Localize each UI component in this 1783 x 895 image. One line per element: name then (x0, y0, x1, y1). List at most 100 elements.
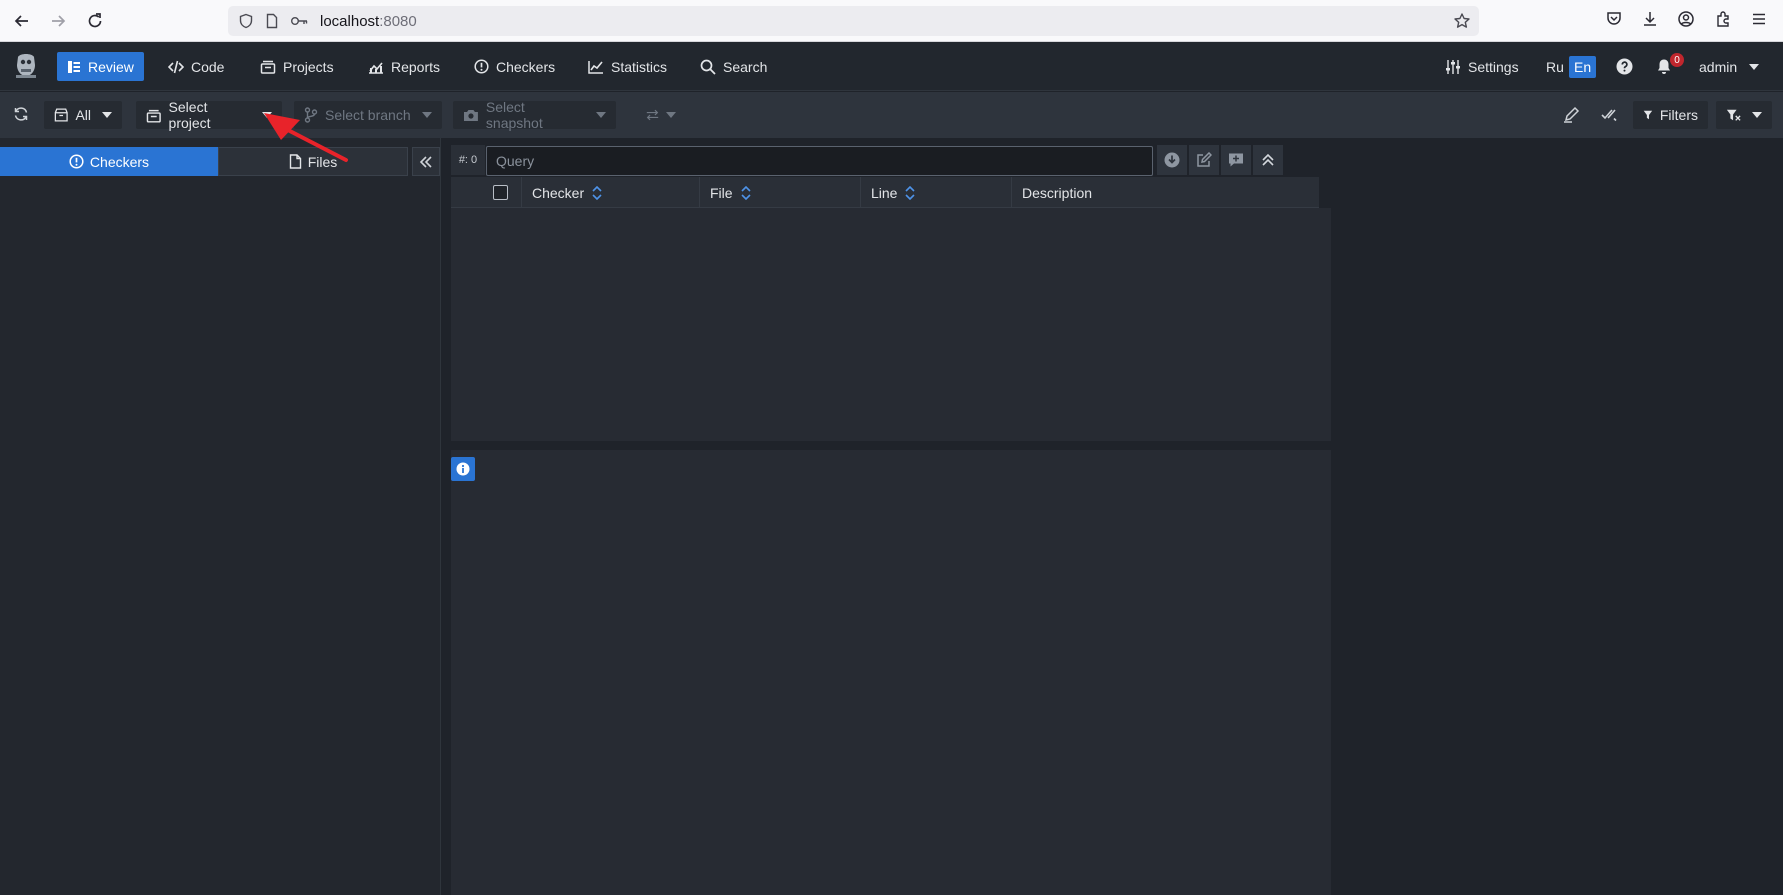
app-navbar: Review Code Projects Reports Checkers St… (0, 42, 1783, 91)
user-menu[interactable]: admin (1689, 52, 1769, 81)
chart-icon (588, 60, 603, 74)
query-comment-button[interactable] (1221, 145, 1251, 175)
box-icon (54, 108, 68, 122)
snapshot-select[interactable]: Select snapshot (453, 99, 616, 131)
nav-reports[interactable]: Reports (358, 52, 450, 81)
column-checker[interactable]: Checker (521, 177, 699, 208)
left-panel: Checkers Files (0, 138, 441, 895)
code-icon (168, 60, 184, 73)
report-detail-panel (451, 450, 1331, 895)
result-count: #: 0 (451, 145, 485, 175)
column-line-label: Line (871, 184, 898, 201)
info-button[interactable] (451, 457, 475, 481)
sliders-icon (1446, 59, 1460, 74)
nav-code[interactable]: Code (158, 52, 234, 81)
app-logo-icon[interactable] (14, 51, 38, 79)
nav-statistics[interactable]: Statistics (578, 52, 677, 81)
settings-label: Settings (1468, 58, 1519, 75)
query-download-button[interactable] (1157, 145, 1187, 175)
chevron-down-icon (596, 112, 606, 118)
projects-icon (260, 60, 276, 74)
scope-select[interactable]: All (44, 101, 122, 129)
nav-search[interactable]: Search (690, 52, 777, 81)
column-file[interactable]: File (699, 177, 860, 208)
browser-toolbar: localhost:8080 (0, 0, 1783, 42)
exclamation-circle-icon (69, 154, 84, 169)
url-text: localhost:8080 (320, 13, 417, 30)
double-check-icon[interactable] (1600, 106, 1618, 122)
download-circle-icon (1164, 152, 1180, 168)
refresh-icon[interactable] (13, 106, 29, 122)
address-bar[interactable]: localhost:8080 (228, 6, 1479, 36)
shield-icon (238, 13, 254, 29)
pocket-icon[interactable] (1605, 10, 1623, 28)
chevron-down-icon (1752, 112, 1762, 118)
nav-projects[interactable]: Projects (250, 52, 344, 81)
nav-statistics-label: Statistics (611, 58, 668, 75)
nav-checkers-label: Checkers (496, 58, 556, 75)
reports-icon (369, 61, 383, 74)
chevron-down-icon (666, 112, 676, 118)
nav-projects-label: Projects (283, 58, 334, 75)
settings-button[interactable]: Settings (1435, 52, 1529, 81)
bookmark-star-icon[interactable] (1453, 12, 1471, 30)
search-icon (700, 59, 716, 75)
chevron-down-icon (421, 112, 432, 118)
forward-arrow-icon[interactable] (46, 9, 70, 33)
compare-select[interactable] (636, 101, 686, 129)
page-icon (264, 13, 280, 29)
swap-arrows-icon (646, 109, 659, 121)
nav-review[interactable]: Review (57, 52, 144, 81)
scope-label: All (75, 107, 91, 123)
comment-plus-icon (1229, 153, 1243, 167)
notification-count-badge: 0 (1670, 53, 1684, 67)
sort-icon (740, 185, 751, 200)
nav-search-label: Search (723, 58, 768, 75)
edit-icon (1197, 152, 1212, 167)
filters-label: Filters (1659, 107, 1698, 123)
sort-icon (905, 185, 916, 200)
query-input[interactable] (486, 146, 1153, 176)
help-button[interactable] (1612, 52, 1637, 81)
select-all-checkbox[interactable] (493, 185, 508, 200)
camera-icon (463, 110, 478, 121)
funnel-clear-icon (1726, 109, 1741, 121)
query-collapse-button[interactable] (1253, 145, 1283, 175)
tab-checkers[interactable]: Checkers (0, 147, 218, 176)
key-icon (290, 13, 308, 29)
projects-icon (146, 109, 161, 123)
double-chevron-left-icon (419, 155, 432, 168)
question-circle-icon (1616, 58, 1633, 75)
chevron-down-icon (1749, 63, 1760, 70)
column-checker-label: Checker (532, 184, 585, 201)
filters-button[interactable]: Filters (1633, 101, 1708, 129)
reports-table-header: Checker File Line Description (451, 177, 1319, 208)
column-line[interactable]: Line (860, 177, 1011, 208)
query-edit-button[interactable] (1189, 145, 1219, 175)
collapse-panel-button[interactable] (412, 147, 440, 176)
reload-icon[interactable] (83, 9, 107, 33)
nav-review-label: Review (88, 58, 134, 75)
column-file-label: File (710, 184, 733, 201)
download-icon[interactable] (1641, 10, 1659, 28)
pen-icon[interactable] (1563, 106, 1580, 123)
menu-icon[interactable] (1750, 10, 1768, 28)
lang-ru-button[interactable]: Ru (1541, 56, 1569, 78)
project-select[interactable]: Select project (136, 99, 282, 131)
nav-code-label: Code (191, 58, 225, 75)
project-label: Select project (168, 99, 211, 131)
back-arrow-icon[interactable] (10, 9, 34, 33)
username-label: admin (1699, 58, 1738, 75)
review-icon (68, 60, 80, 73)
lang-en-button[interactable]: En (1569, 56, 1597, 78)
double-chevron-up-icon (1262, 153, 1274, 166)
extensions-icon[interactable] (1714, 10, 1732, 28)
clear-filters-button[interactable] (1716, 101, 1772, 129)
column-description[interactable]: Description (1011, 177, 1319, 208)
right-empty-area (1331, 138, 1783, 895)
account-icon[interactable] (1677, 10, 1695, 28)
reports-table-body (451, 208, 1331, 441)
column-description-label: Description (1022, 184, 1093, 201)
nav-checkers[interactable]: Checkers (464, 52, 565, 81)
chevron-down-icon (102, 112, 112, 118)
